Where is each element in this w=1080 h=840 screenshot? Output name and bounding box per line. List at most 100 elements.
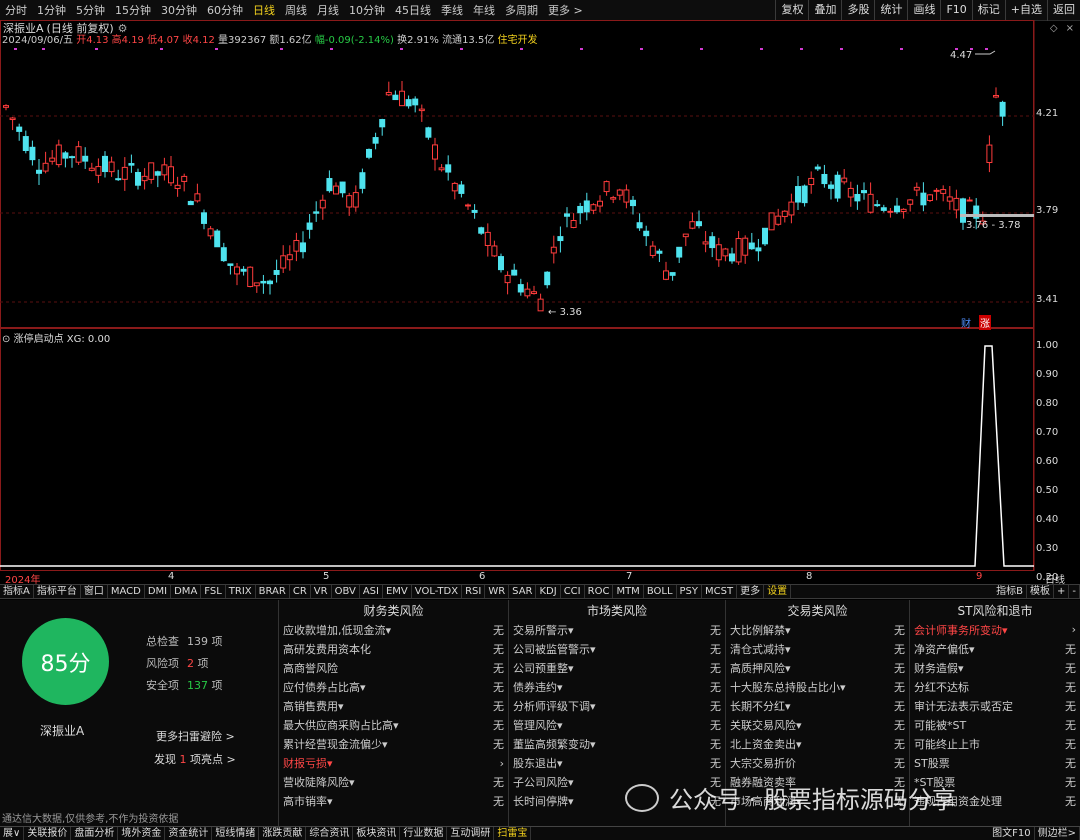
indicator-tab-13[interactable]: EMV xyxy=(383,585,412,598)
tool-button-7[interactable]: +自选 xyxy=(1004,0,1047,21)
risk-row[interactable]: 高销售费用▾ 无 xyxy=(279,696,508,715)
indicator-tab-20[interactable]: ROC xyxy=(585,585,614,598)
tool-button-3[interactable]: 统计 xyxy=(874,0,907,21)
bottom-tab-1[interactable]: 关联报价 xyxy=(24,827,72,840)
period-tab-11[interactable]: 季线 xyxy=(436,0,468,21)
risk-row[interactable]: 股东退出▾ 无 xyxy=(509,754,725,773)
indicator-tab-25[interactable]: 更多 xyxy=(737,585,765,598)
risk-row[interactable]: 大宗交易折价 无 xyxy=(726,754,909,773)
risk-row[interactable]: 可能终止上市 无 xyxy=(910,735,1080,754)
bottom-tab-2[interactable]: 盘面分析 xyxy=(71,827,119,840)
period-tab-1[interactable]: 1分钟 xyxy=(32,0,71,21)
indicator-tab-16[interactable]: WR xyxy=(485,585,510,598)
indicator-tab-1[interactable]: 指标平台 xyxy=(34,585,81,598)
risk-row[interactable]: 高研发费用资本化 无 xyxy=(279,639,508,658)
bottom-tab-8[interactable]: 板块资讯 xyxy=(353,827,401,840)
period-tab-12[interactable]: 年线 xyxy=(468,0,500,21)
indicator-tab-9[interactable]: CR xyxy=(290,585,311,598)
indicator-tab-24[interactable]: MCST xyxy=(702,585,738,598)
risk-row[interactable]: 审计无法表示或否定 无 xyxy=(910,696,1080,715)
tool-button-1[interactable]: 叠加 xyxy=(808,0,841,21)
indicator-tab-right-2[interactable]: + xyxy=(1054,585,1070,598)
indicator-tab-17[interactable]: SAR xyxy=(509,585,537,598)
risk-row[interactable]: 会计师事务所变动▾ › xyxy=(910,620,1080,639)
period-tab-7[interactable]: 周线 xyxy=(280,0,312,21)
indicator-tab-10[interactable]: VR xyxy=(311,585,332,598)
bottom-tab-7[interactable]: 综合资讯 xyxy=(306,827,354,840)
risk-row[interactable]: 大比例解禁▾ 无 xyxy=(726,620,909,639)
bottom-tab-11[interactable]: 扫雷宝 xyxy=(494,827,532,840)
indicator-tab-0[interactable]: 指标A xyxy=(0,585,34,598)
more-scan-link[interactable]: 更多扫雷避险 > xyxy=(156,728,235,744)
bottom-tab-3[interactable]: 境外资金 xyxy=(118,827,166,840)
risk-row[interactable]: 分析师评级下调▾ 无 xyxy=(509,696,725,715)
tool-button-4[interactable]: 画线 xyxy=(907,0,940,21)
indicator-tab-11[interactable]: OBV xyxy=(332,585,360,598)
risk-row[interactable]: 关联交易风险▾ 无 xyxy=(726,715,909,734)
bottom-right-tab-0[interactable]: 图文F10 xyxy=(989,827,1035,840)
indicator-tab-15[interactable]: RSI xyxy=(462,585,486,598)
period-tab-8[interactable]: 月线 xyxy=(312,0,344,21)
risk-row[interactable]: 管理风险▾ 无 xyxy=(509,715,725,734)
risk-row[interactable]: 累计经营现金流偏少▾ 无 xyxy=(279,735,508,754)
bottom-right-tab-1[interactable]: 侧边栏> xyxy=(1035,827,1080,840)
highlight-link[interactable]: 发现 1 项亮点 > xyxy=(154,751,236,767)
period-tab-14[interactable]: 更多 > xyxy=(543,0,588,21)
period-tab-0[interactable]: 分时 xyxy=(0,0,32,21)
kline-chart[interactable] xyxy=(0,20,1080,584)
indicator-tab-19[interactable]: CCI xyxy=(561,585,585,598)
period-tab-6[interactable]: 日线 xyxy=(248,0,280,21)
tool-button-0[interactable]: 复权 xyxy=(775,0,808,21)
risk-row[interactable]: 北上资金卖出▾ 无 xyxy=(726,735,909,754)
indicator-tab-26[interactable]: 设置 xyxy=(764,585,792,598)
bottom-tab-9[interactable]: 行业数据 xyxy=(400,827,448,840)
risk-row[interactable]: 净资产偏低▾ 无 xyxy=(910,639,1080,658)
period-tab-10[interactable]: 45日线 xyxy=(390,0,436,21)
indicator-tab-6[interactable]: FSL xyxy=(201,585,226,598)
bottom-tab-5[interactable]: 短线情绪 xyxy=(212,827,260,840)
bottom-tab-4[interactable]: 资金统计 xyxy=(165,827,213,840)
finance-badge[interactable]: 财 xyxy=(961,315,971,330)
risk-row[interactable]: 公司预重整▾ 无 xyxy=(509,658,725,677)
risk-row[interactable]: 财报亏损▾ › xyxy=(279,754,508,773)
indicator-tab-21[interactable]: MTM xyxy=(613,585,644,598)
indicator-tab-23[interactable]: PSY xyxy=(677,585,703,598)
risk-row[interactable]: 可能被*ST 无 xyxy=(910,715,1080,734)
indicator-tab-22[interactable]: BOLL xyxy=(644,585,677,598)
risk-row[interactable]: 最大供应商采购占比高▾ 无 xyxy=(279,715,508,734)
risk-row[interactable]: 长期不分红▾ 无 xyxy=(726,696,909,715)
risk-row[interactable]: 清仓式减持▾ 无 xyxy=(726,639,909,658)
indicator-tab-12[interactable]: ASI xyxy=(360,585,383,598)
indicator-name[interactable]: 涨停启动点 xyxy=(14,334,64,345)
risk-row[interactable]: ST股票 无 xyxy=(910,754,1080,773)
indicator-tab-7[interactable]: TRIX xyxy=(226,585,256,598)
bottom-tab-10[interactable]: 互动调研 xyxy=(447,827,495,840)
period-tab-5[interactable]: 60分钟 xyxy=(202,0,248,21)
period-tab-4[interactable]: 30分钟 xyxy=(156,0,202,21)
indicator-tab-right-3[interactable]: - xyxy=(1069,585,1080,598)
bottom-tab-6[interactable]: 涨跌贡献 xyxy=(259,827,307,840)
risk-row[interactable]: 应收款增加,低现金流▾ 无 xyxy=(279,620,508,639)
tool-button-2[interactable]: 多股 xyxy=(841,0,874,21)
risk-row[interactable]: 公司被监管警示▾ 无 xyxy=(509,639,725,658)
limit-up-badge[interactable]: 涨 xyxy=(979,315,991,330)
indicator-tab-right-1[interactable]: 模板 xyxy=(1027,585,1054,598)
indicator-tab-2[interactable]: 窗口 xyxy=(81,585,108,598)
bottom-tab-0[interactable]: 展∨ xyxy=(0,827,25,840)
indicator-tab-4[interactable]: DMI xyxy=(145,585,172,598)
risk-row[interactable]: 高质押风险▾ 无 xyxy=(726,658,909,677)
risk-row[interactable]: 营收陡降风险▾ 无 xyxy=(279,773,508,792)
risk-row[interactable]: 应付债券占比高▾ 无 xyxy=(279,677,508,696)
indicator-tab-8[interactable]: BRAR xyxy=(256,585,290,598)
risk-row[interactable]: 交易所警示▾ 无 xyxy=(509,620,725,639)
tool-button-6[interactable]: 标记 xyxy=(971,0,1005,21)
indicator-tab-right-0[interactable]: 指标B xyxy=(993,585,1027,598)
indicator-tab-18[interactable]: KDJ xyxy=(536,585,561,598)
risk-row[interactable]: 债券违约▾ 无 xyxy=(509,677,725,696)
period-tab-3[interactable]: 15分钟 xyxy=(110,0,156,21)
risk-row[interactable]: 财务造假▾ 无 xyxy=(910,658,1080,677)
indicator-tab-14[interactable]: VOL-TDX xyxy=(412,585,463,598)
period-tab-13[interactable]: 多周期 xyxy=(500,0,543,21)
indicator-tab-5[interactable]: DMA xyxy=(171,585,202,598)
indicator-tab-3[interactable]: MACD xyxy=(108,585,145,598)
